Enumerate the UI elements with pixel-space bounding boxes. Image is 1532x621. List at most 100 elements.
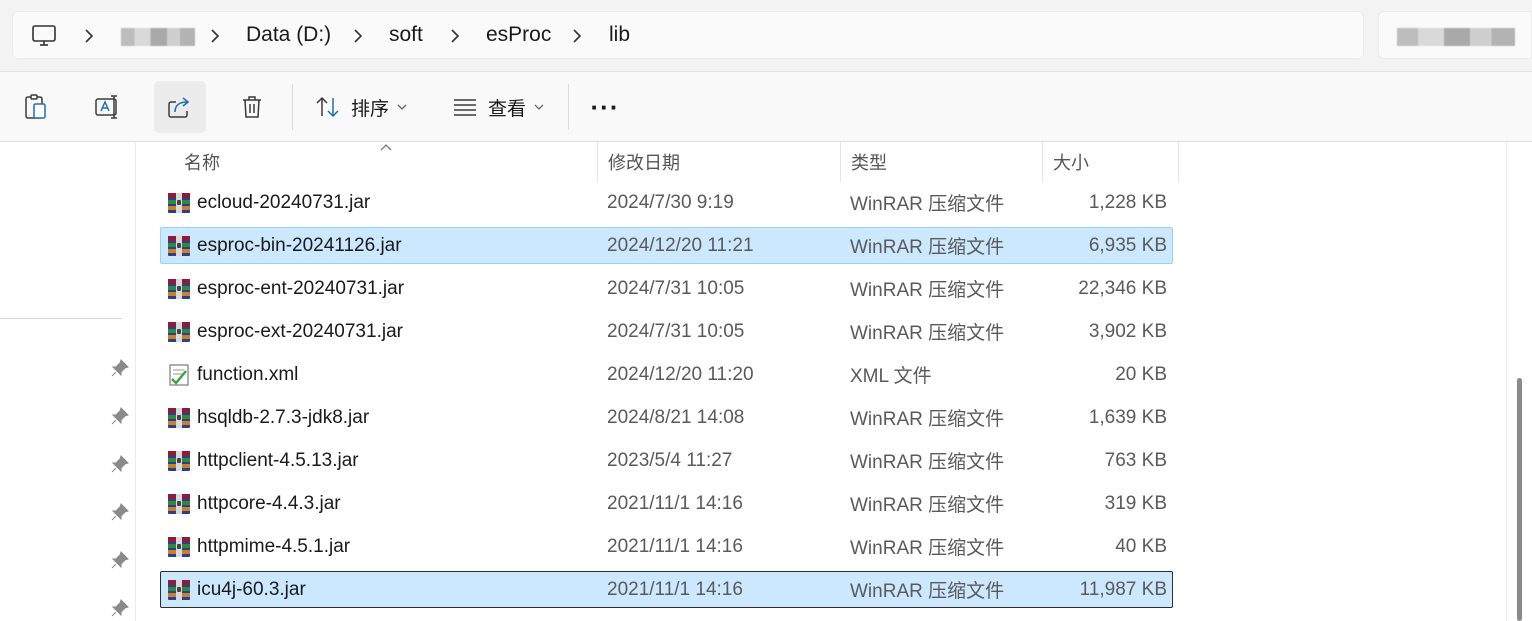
winrar-archive-icon xyxy=(167,492,191,516)
file-row[interactable]: esproc-ent-20240731.jar 2024/7/31 10:05 Wi… xyxy=(160,270,1173,307)
column-header-type-label: 类型 xyxy=(851,153,887,173)
chevron-right-icon[interactable] xyxy=(81,26,97,46)
chevron-right-icon[interactable] xyxy=(447,26,463,46)
breadcrumb-item-soft[interactable]: soft xyxy=(389,23,423,47)
winrar-archive-icon xyxy=(167,449,191,473)
more-options-button[interactable]: ··· xyxy=(580,81,630,133)
pin-icon[interactable] xyxy=(110,454,130,474)
file-type: WinRAR 压缩文件 xyxy=(850,409,1005,430)
column-header-type[interactable]: 类型 xyxy=(841,142,1043,182)
file-size: 3,902 KB xyxy=(1088,320,1167,342)
search-box[interactable] xyxy=(1378,11,1532,59)
column-header-name-label: 名称 xyxy=(184,153,220,173)
file-row[interactable]: esproc-ext-20240731.jar 2024/7/31 10:05 Wi… xyxy=(160,313,1173,350)
redacted-crumb[interactable] xyxy=(121,28,195,46)
pin-icon[interactable] xyxy=(110,598,130,618)
file-size: 22,346 KB xyxy=(1078,277,1167,299)
column-header-name[interactable]: 名称 xyxy=(174,142,598,182)
winrar-archive-icon xyxy=(167,406,191,430)
sort-arrows-icon xyxy=(316,96,339,118)
file-row[interactable]: httpmime-4.5.1.jar 2021/11/1 14:16 WinRAR … xyxy=(160,528,1173,565)
breadcrumb-item-drive[interactable]: Data (D:) xyxy=(246,23,331,47)
file-type: WinRAR 压缩文件 xyxy=(850,323,1005,344)
view-button[interactable]: 查看 xyxy=(442,81,554,133)
file-row[interactable]: httpclient-4.5.13.jar 2023/5/4 11:27 WinRA… xyxy=(160,442,1173,479)
paste-button[interactable] xyxy=(10,81,62,133)
view-lines-icon xyxy=(453,99,476,116)
sort-label: 排序 xyxy=(350,98,389,120)
file-size: 6,935 KB xyxy=(1088,234,1167,256)
chevron-down-icon xyxy=(397,104,407,110)
chevron-right-icon[interactable] xyxy=(207,26,223,46)
navigation-pane[interactable] xyxy=(0,142,136,621)
file-name: esproc-ent-20240731.jar xyxy=(197,277,405,299)
breadcrumb-item-esproc[interactable]: esProc xyxy=(486,23,551,47)
sort-button[interactable]: 排序 xyxy=(306,81,416,133)
file-name: httpcore-4.4.3.jar xyxy=(197,492,341,514)
share-icon xyxy=(168,97,190,118)
file-size: 319 KB xyxy=(1104,492,1167,514)
delete-button[interactable] xyxy=(226,81,278,133)
file-name: httpclient-4.5.13.jar xyxy=(197,449,359,471)
file-name: ecloud-20240731.jar xyxy=(197,191,371,213)
address-toolbar: Data (D:) soft esProc lib xyxy=(0,0,1532,72)
file-type: WinRAR 压缩文件 xyxy=(850,452,1005,473)
command-bar: 排序 查看 ··· xyxy=(0,72,1532,142)
file-date: 2024/12/20 11:20 xyxy=(607,363,754,385)
file-size: 20 KB xyxy=(1115,363,1167,385)
clipboard-icon xyxy=(25,94,46,119)
file-row[interactable]: ecloud-20240731.jar 2024/7/30 9:19 WinRAR … xyxy=(160,184,1173,221)
file-type: WinRAR 压缩文件 xyxy=(850,280,1005,301)
column-header-size[interactable]: 大小 xyxy=(1043,142,1179,182)
file-date: 2021/11/1 14:16 xyxy=(607,578,743,600)
file-row[interactable]: function.xml 2024/12/20 11:20 XML 文件 20 KB xyxy=(160,356,1173,393)
view-label: 查看 xyxy=(487,98,526,120)
winrar-archive-icon xyxy=(167,277,191,301)
file-date: 2024/12/20 11:21 xyxy=(607,234,754,256)
file-name: function.xml xyxy=(197,363,299,385)
chevron-right-icon[interactable] xyxy=(350,26,366,46)
rename-button[interactable] xyxy=(82,81,134,133)
file-row[interactable]: icu4j-60.3.jar 2021/11/1 14:16 WinRAR 压缩文件… xyxy=(160,571,1173,608)
winrar-archive-icon xyxy=(167,578,191,602)
winrar-archive-icon xyxy=(167,535,191,559)
file-list[interactable]: 名称 修改日期 类型 大小 ecloud-20240731.jar 2024/7/… xyxy=(136,142,1506,621)
file-size: 40 KB xyxy=(1115,535,1167,557)
address-bar[interactable]: Data (D:) soft esProc lib xyxy=(12,11,1364,59)
file-name: esproc-bin-20241126.jar xyxy=(197,234,402,256)
redacted-search-text xyxy=(1397,28,1515,46)
column-header-size-label: 大小 xyxy=(1053,153,1089,173)
this-pc-icon[interactable] xyxy=(31,24,57,48)
file-date: 2021/11/1 14:16 xyxy=(607,492,743,514)
file-row[interactable]: hsqldb-2.7.3-jdk8.jar 2024/8/21 14:08 WinR… xyxy=(160,399,1173,436)
column-header-row: 名称 修改日期 类型 大小 xyxy=(136,142,1180,182)
nav-divider xyxy=(0,318,122,319)
share-button[interactable] xyxy=(154,81,206,133)
file-row[interactable]: httpcore-4.4.3.jar 2021/11/1 14:16 WinRAR … xyxy=(160,485,1173,522)
column-header-date-label: 修改日期 xyxy=(608,153,680,173)
chevron-down-icon xyxy=(534,104,544,110)
pin-icon[interactable] xyxy=(110,550,130,570)
column-header-date[interactable]: 修改日期 xyxy=(598,142,841,182)
file-name: icu4j-60.3.jar xyxy=(197,578,306,600)
file-date: 2023/5/4 11:27 xyxy=(607,449,733,471)
file-size: 1,639 KB xyxy=(1088,406,1167,428)
file-type: WinRAR 压缩文件 xyxy=(850,538,1005,559)
file-type: WinRAR 压缩文件 xyxy=(850,237,1005,258)
file-size: 11,987 KB xyxy=(1079,578,1167,600)
file-date: 2021/11/1 14:16 xyxy=(607,535,743,557)
pin-icon[interactable] xyxy=(110,406,130,426)
file-date: 2024/7/31 10:05 xyxy=(607,320,745,342)
pin-icon[interactable] xyxy=(110,502,130,522)
toolbar-separator xyxy=(568,84,569,130)
file-row[interactable]: esproc-bin-20241126.jar 2024/12/20 11:21 W… xyxy=(160,227,1173,264)
winrar-archive-icon xyxy=(167,320,191,344)
pin-icon[interactable] xyxy=(110,358,130,378)
file-type: WinRAR 压缩文件 xyxy=(850,194,1005,215)
scrollbar-thumb[interactable] xyxy=(1517,378,1522,621)
chevron-right-icon[interactable] xyxy=(569,26,585,46)
file-date: 2024/7/30 9:19 xyxy=(607,191,734,213)
breadcrumb-item-lib[interactable]: lib xyxy=(609,23,630,47)
rename-icon xyxy=(95,95,117,119)
vertical-scrollbar[interactable] xyxy=(1506,142,1532,621)
